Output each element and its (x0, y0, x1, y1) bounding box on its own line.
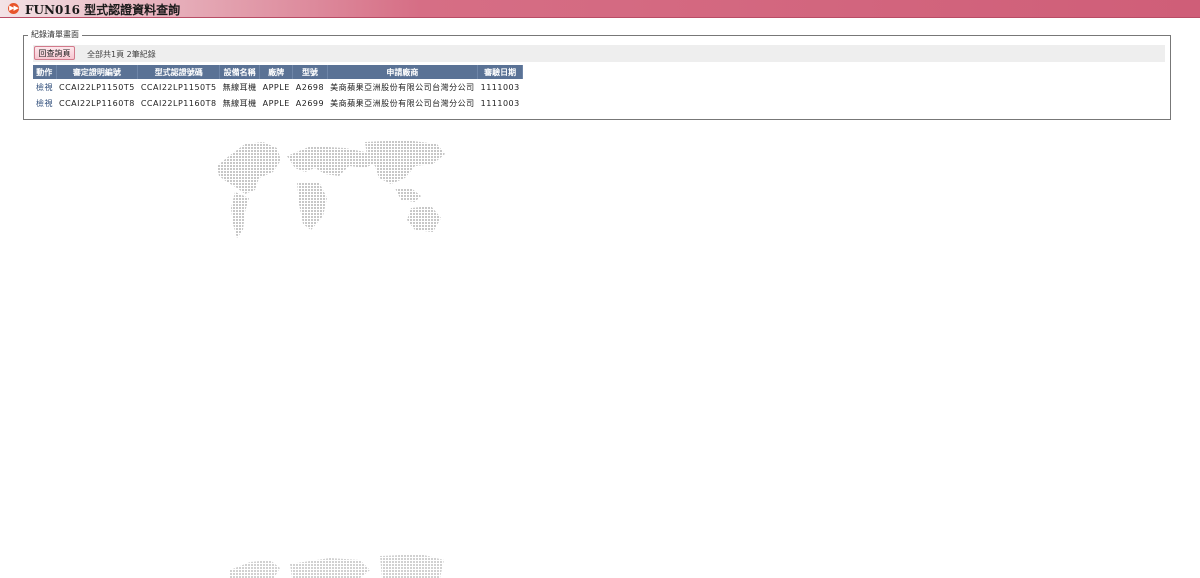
brand-cell: APPLE (262, 98, 290, 108)
column-header-applicant: 申請廠商 (327, 65, 479, 79)
device-cell: 無線耳機 (222, 98, 257, 108)
table-row: 檢視 CCAI22LP1150T5 CCAI22LP1150T5 無線耳機 AP… (33, 79, 523, 95)
view-link[interactable]: 檢視 (36, 83, 53, 92)
approval-no-cell: CCAI22LP1150T5 (59, 82, 135, 92)
page-title: FUN016 型式認證資料查詢 (25, 3, 181, 17)
model-cell: A2698 (295, 82, 325, 92)
cert-no-cell: CCAI22LP1150T5 (140, 82, 217, 92)
table-header-row: 動作 審定證明編號 型式認證號碼 設備名稱 廠牌 型號 申請廠商 審驗日期 (33, 65, 524, 79)
brand-cell: APPLE (262, 82, 290, 92)
page-info: 全部共1頁 2筆紀錄 (87, 50, 156, 59)
column-header-device: 設備名稱 (219, 65, 261, 79)
column-header-brand: 廠牌 (259, 65, 294, 79)
table-row: 檢視 CCAI22LP1160T8 CCAI22LP1160T8 無線耳機 AP… (33, 95, 523, 111)
fast-forward-icon: ▶▶ (8, 3, 19, 14)
cert-no-cell: CCAI22LP1160T8 (140, 98, 217, 108)
column-header-model: 型號 (292, 65, 328, 79)
device-cell: 無線耳機 (222, 82, 257, 92)
column-header-approval-no: 審定證明編號 (56, 65, 139, 79)
approval-no-cell: CCAI22LP1160T8 (59, 98, 135, 108)
view-link[interactable]: 檢視 (36, 99, 53, 108)
column-header-cert-no: 型式認證號碼 (137, 65, 221, 79)
records-legend: 紀錄清單畫面 (28, 29, 82, 40)
records-toolbar (33, 45, 1165, 62)
world-map-watermark-bottom (230, 554, 444, 578)
column-header-date: 審驗日期 (477, 65, 524, 79)
model-cell: A2699 (295, 98, 325, 108)
applicant-cell: 美商蘋果亞洲股份有限公司台灣分公司 (330, 82, 475, 92)
column-header-action: 動作 (33, 65, 57, 79)
records-table: 動作 審定證明編號 型式認證號碼 設備名稱 廠牌 型號 申請廠商 審驗日期 檢視… (33, 65, 524, 111)
applicant-cell: 美商蘋果亞洲股份有限公司台灣分公司 (330, 98, 475, 108)
back-to-search-button[interactable]: 回查詢頁 (34, 46, 75, 60)
world-map-watermark (217, 140, 445, 238)
date-cell: 1111003 (480, 82, 520, 92)
date-cell: 1111003 (480, 98, 520, 108)
